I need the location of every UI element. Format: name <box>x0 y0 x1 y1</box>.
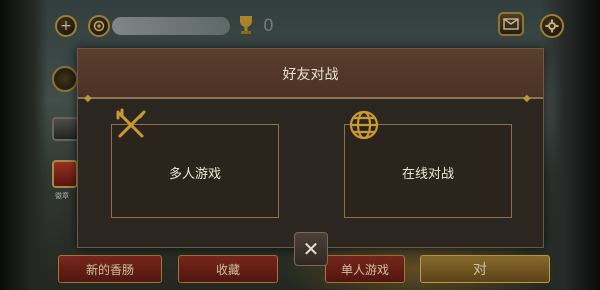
ornament-icon: ◆ <box>84 93 92 104</box>
friend-battle-dialog: 好友对战 ◆ ◆ 多人游戏 在线对战 <box>77 48 544 248</box>
globe-icon <box>347 108 381 142</box>
dialog-title: 好友对战 <box>282 67 339 83</box>
fork-knife-icon <box>114 108 148 142</box>
dialog-header: 好友对战 ◆ ◆ <box>78 49 543 104</box>
online-battle-label: 在线对战 <box>401 167 454 182</box>
close-icon: ✕ <box>302 237 320 261</box>
close-button[interactable]: ✕ <box>294 232 328 266</box>
multiplayer-button[interactable]: 多人游戏 <box>111 108 279 218</box>
multiplayer-label: 多人游戏 <box>168 167 221 182</box>
online-battle-button[interactable]: 在线对战 <box>344 110 512 218</box>
ornament-icon: ◆ <box>523 93 531 104</box>
